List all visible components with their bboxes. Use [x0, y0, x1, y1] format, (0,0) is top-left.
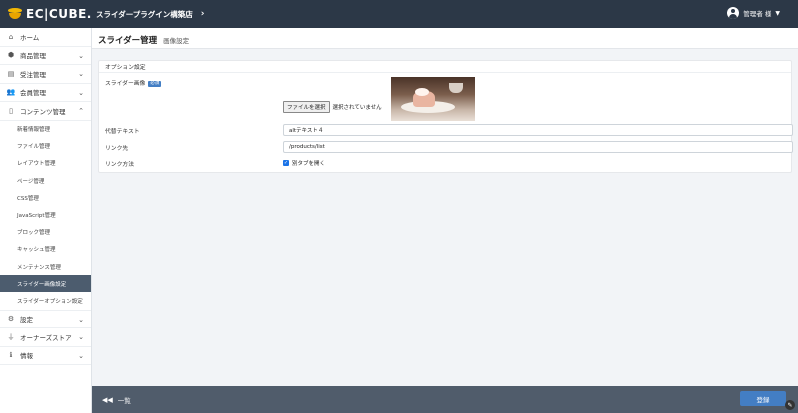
alt-text-label: 代替テキスト	[105, 129, 140, 135]
file-status: 選択されていません	[332, 105, 382, 111]
cube-logo-icon	[8, 8, 22, 20]
sidebar: ⌂ ホーム ⬢ 商品管理 ⌄ ▤ 受注管理 ⌄ 👥 会員管理 ⌄ ▯ コンテンツ…	[0, 28, 92, 413]
sidebar-item-info[interactable]: ℹ 情報 ⌄	[0, 347, 91, 366]
page-title-bar: スライダー管理 画像設定	[92, 28, 798, 49]
sidebar-item-settings[interactable]: ⚙ 設定 ⌄	[0, 309, 91, 329]
sidebar-item-content[interactable]: ▯ コンテンツ管理 ⌃	[0, 102, 91, 121]
back-to-list-link[interactable]: ◀◀ 一覧	[102, 395, 131, 405]
link-url-input[interactable]: /products/list	[283, 141, 793, 153]
caret-down-icon: ▼	[775, 9, 780, 17]
chevron-down-icon: ⌄	[78, 333, 84, 342]
cart-icon: ▤	[7, 69, 15, 78]
user-menu[interactable]: 管理者 様 ▼	[727, 7, 780, 19]
chevron-down-icon: ⌄	[78, 315, 84, 324]
new-tab-option[interactable]: ✓ 別タブを開く	[283, 159, 325, 167]
sidebar-item-members[interactable]: 👥 会員管理 ⌄	[0, 84, 91, 102]
sidebar-item-label: オーナーズストア	[20, 333, 72, 342]
chevron-up-icon: ⌃	[78, 107, 84, 115]
home-icon: ⌂	[8, 32, 14, 41]
new-tab-checkbox[interactable]: ✓	[283, 160, 289, 166]
file-icon: ▯	[9, 106, 13, 115]
sidebar-subitem-layout[interactable]: レイアウト管理	[0, 155, 91, 172]
sidebar-item-label: 受注管理	[20, 70, 46, 79]
slider-image-label-text: スライダー画像	[105, 81, 146, 87]
sidebar-subitem-css[interactable]: CSS管理	[0, 189, 91, 206]
double-arrow-left-icon: ◀◀	[102, 395, 113, 404]
link-method-label: リンク方法	[105, 162, 134, 168]
slider-image-preview	[391, 77, 475, 121]
sidebar-subitem-maintenance[interactable]: メンテナンス管理	[0, 258, 91, 275]
sidebar-item-owners-store[interactable]: ⏚ オーナーズストア ⌄	[0, 328, 91, 347]
sidebar-subitem-files[interactable]: ファイル管理	[0, 138, 91, 155]
sidebar-subitem-pages[interactable]: ページ管理	[0, 172, 91, 189]
sidebar-subitem-blocks[interactable]: ブロック管理	[0, 224, 91, 241]
sidebar-item-label: 設定	[20, 315, 33, 324]
chevron-down-icon: ⌄	[78, 51, 84, 60]
sidebar-item-label: コンテンツ管理	[20, 107, 66, 116]
logo-text: EC|CUBE.	[26, 7, 92, 21]
sidebar-item-home[interactable]: ⌂ ホーム	[0, 28, 91, 47]
slider-image-label: スライダー画像 必須	[105, 78, 162, 87]
file-upload-row: ファイルを選択 選択されていません	[283, 101, 382, 113]
shop-link[interactable]: スライダープラグイン構築店 ›	[96, 9, 204, 20]
register-button[interactable]: 登録	[740, 391, 786, 406]
back-label: 一覧	[117, 396, 131, 405]
sidebar-item-products[interactable]: ⬢ 商品管理 ⌄	[0, 47, 91, 65]
sidebar-subitem-slider-options[interactable]: スライダーオプション設定	[0, 292, 91, 309]
gear-icon: ⚙	[7, 314, 15, 323]
app-header: EC|CUBE. スライダープラグイン構築店 › 管理者 様 ▼	[0, 0, 798, 28]
plug-icon: ⏚	[7, 332, 15, 341]
required-badge: 必須	[148, 80, 162, 87]
chevron-right-icon: ›	[200, 9, 205, 19]
sidebar-subitem-cache[interactable]: キャッシュ管理	[0, 241, 91, 258]
sidebar-item-label: 商品管理	[20, 52, 46, 61]
card-title: オプション設定	[99, 61, 791, 73]
new-tab-label: 別タブを開く	[292, 161, 326, 167]
shop-name: スライダープラグイン構築店	[96, 9, 193, 19]
sidebar-subitem-javascript[interactable]: JavaScript管理	[0, 206, 91, 223]
page-subtitle: 画像設定	[163, 37, 190, 45]
user-name: 管理者 様	[743, 10, 772, 18]
link-label: リンク先	[105, 146, 129, 152]
choose-file-button[interactable]: ファイルを選択	[283, 101, 330, 113]
users-icon: 👥	[6, 88, 16, 97]
sidebar-subitem-slider-images[interactable]: スライダー画像設定	[0, 275, 91, 293]
user-avatar-icon	[727, 7, 740, 19]
tool-icon[interactable]: ✎	[785, 400, 795, 410]
main-content: スライダー管理 画像設定 オプション設定 スライダー画像 必須 ファイルを選択 選…	[92, 28, 798, 413]
sidebar-item-label: ホーム	[20, 33, 40, 42]
sidebar-item-label: 会員管理	[20, 89, 46, 98]
alt-text-input[interactable]: altテキスト４	[283, 124, 793, 136]
sidebar-subitem-news[interactable]: 新着情報管理	[0, 121, 91, 138]
sidebar-item-orders[interactable]: ▤ 受注管理 ⌄	[0, 65, 91, 84]
chevron-down-icon: ⌄	[78, 88, 84, 97]
sidebar-item-label: 情報	[20, 352, 33, 361]
logo[interactable]: EC|CUBE.	[8, 7, 92, 21]
box-icon: ⬢	[7, 51, 15, 60]
page-title: スライダー管理	[98, 36, 158, 46]
footer-bar: ◀◀ 一覧 登録	[92, 386, 798, 413]
chevron-down-icon: ⌄	[78, 351, 84, 360]
info-icon: ℹ	[9, 351, 13, 360]
chevron-down-icon: ⌄	[78, 70, 84, 78]
option-settings-card: オプション設定 スライダー画像 必須 ファイルを選択 選択されていません 代替テキ…	[98, 60, 793, 173]
